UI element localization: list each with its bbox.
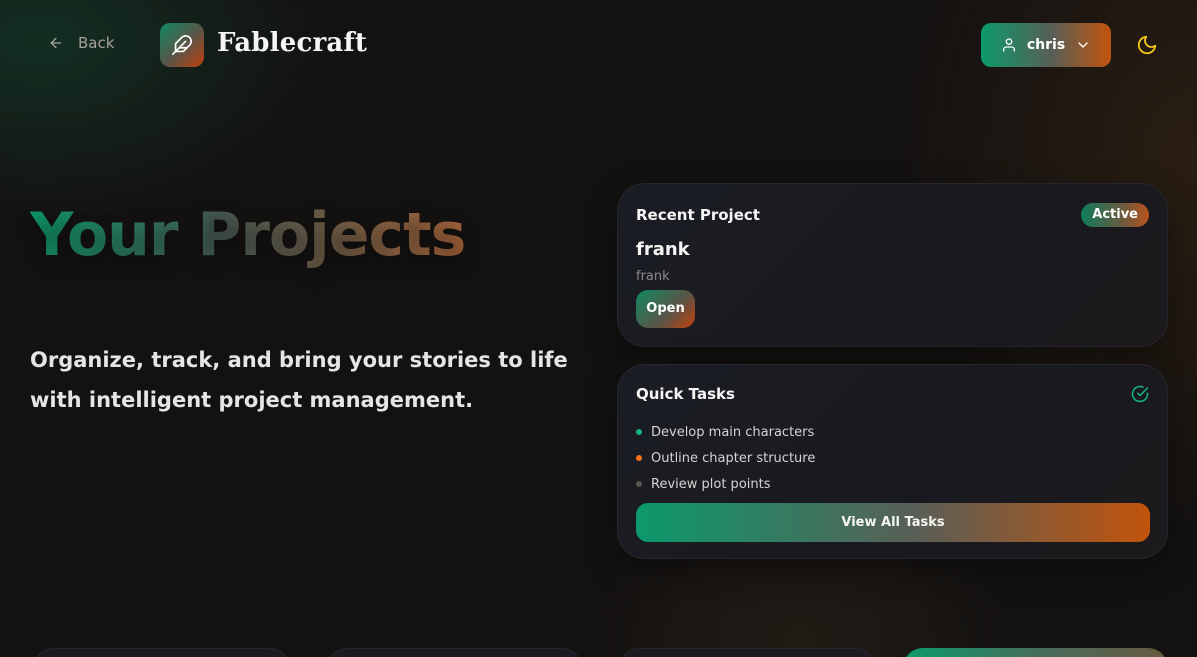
user-menu-button[interactable]: chris [981, 23, 1111, 67]
theme-toggle-button[interactable] [1136, 34, 1158, 56]
chevron-down-icon [1078, 42, 1088, 48]
quick-tasks-heading: Quick Tasks [636, 385, 735, 403]
task-dot [636, 429, 642, 435]
stat-card [327, 648, 582, 657]
moon-icon [1137, 35, 1157, 55]
recent-project-card: Recent Project Active frank frank Open [617, 183, 1168, 347]
status-badge: Active [1081, 203, 1149, 227]
project-description: frank [636, 269, 670, 284]
feather-icon [172, 35, 192, 55]
brand-name: Fablecraft [217, 28, 368, 58]
task-list: Develop main characters Outline chapter … [636, 419, 815, 497]
stat-card [33, 648, 290, 657]
check-circle-icon [1131, 385, 1149, 403]
open-project-button[interactable]: Open [636, 290, 695, 328]
back-label: Back [78, 34, 115, 52]
stat-card [619, 648, 875, 657]
top-bar: Back Fablecraft chris [0, 0, 1197, 90]
view-all-tasks-button[interactable]: View All Tasks [636, 503, 1150, 542]
quick-tasks-card: Quick Tasks Develop main characters Outl… [617, 364, 1168, 559]
project-name: frank [636, 239, 690, 260]
user-name: chris [1026, 37, 1066, 53]
recent-project-heading: Recent Project [636, 206, 760, 224]
list-item[interactable]: Develop main characters [636, 419, 815, 445]
task-dot [636, 481, 642, 487]
page-subtitle: Organize, track, and bring your stories … [30, 348, 568, 412]
list-item[interactable]: Outline chapter structure [636, 445, 815, 471]
page-title: Your Projects [30, 200, 466, 270]
task-label: Review plot points [651, 476, 771, 492]
task-dot [636, 455, 642, 461]
new-project-card[interactable] [903, 648, 1168, 657]
back-button[interactable]: Back [48, 34, 114, 52]
logo [160, 23, 204, 67]
task-label: Develop main characters [651, 424, 815, 440]
task-label: Outline chapter structure [651, 450, 816, 466]
list-item[interactable]: Review plot points [636, 471, 815, 497]
arrow-left-icon [50, 37, 62, 49]
user-icon [1002, 38, 1015, 52]
